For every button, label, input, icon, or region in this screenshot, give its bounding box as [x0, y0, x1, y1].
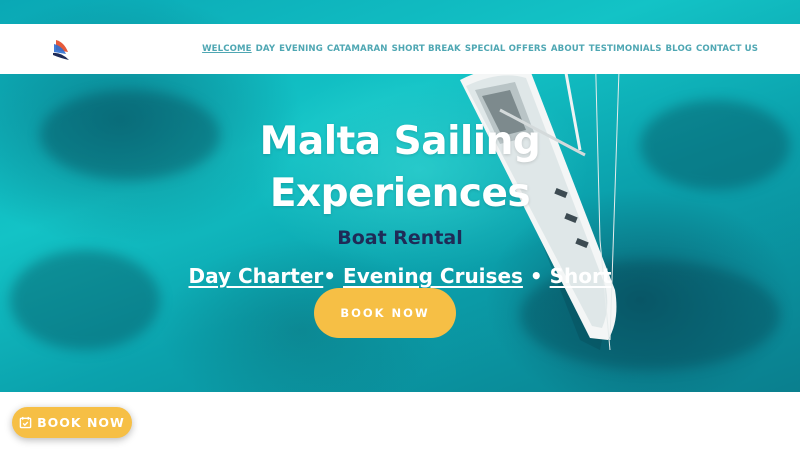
nav-evening[interactable]: EVENING [279, 44, 323, 54]
main-navigation: WELCOME DAY EVENING CATAMARAN SHORT BREA… [202, 44, 758, 54]
nav-testimonials[interactable]: TESTIMONIALS [589, 44, 662, 54]
sail-logo-icon[interactable] [50, 38, 72, 62]
reef-shadow [10, 250, 160, 350]
nav-short-break[interactable]: SHORT BREAK [392, 44, 461, 54]
nav-contact-us[interactable]: CONTACT US [696, 44, 758, 54]
reef-shadow [40, 90, 220, 180]
nav-about[interactable]: ABOUT [551, 44, 585, 54]
separator: • [529, 264, 543, 288]
book-now-button[interactable]: BOOK NOW [314, 288, 456, 338]
hero-title: Malta Sailing Experiences [200, 116, 600, 220]
reef-shadow [640, 100, 790, 190]
floating-book-now-label: BOOK NOW [37, 415, 125, 430]
separator: • [323, 264, 337, 288]
hero-title-line2: Experiences [269, 171, 531, 216]
link-evening-cruises[interactable]: Evening Cruises [343, 264, 523, 288]
nav-special-offers[interactable]: SPECIAL OFFERS [465, 44, 547, 54]
floating-book-now-button[interactable]: BOOK NOW [12, 407, 132, 438]
nav-welcome[interactable]: WELCOME [202, 44, 252, 54]
calendar-check-icon [19, 416, 32, 429]
nav-day[interactable]: DAY [256, 44, 275, 54]
nav-blog[interactable]: BLOG [666, 44, 692, 54]
link-day-charter[interactable]: Day Charter [189, 264, 324, 288]
hero-subtitle: Boat Rental [337, 227, 463, 249]
site-header: WELCOME DAY EVENING CATAMARAN SHORT BREA… [0, 24, 800, 74]
hero-title-line1: Malta Sailing [259, 119, 541, 164]
nav-catamaran[interactable]: CATAMARAN [327, 44, 388, 54]
